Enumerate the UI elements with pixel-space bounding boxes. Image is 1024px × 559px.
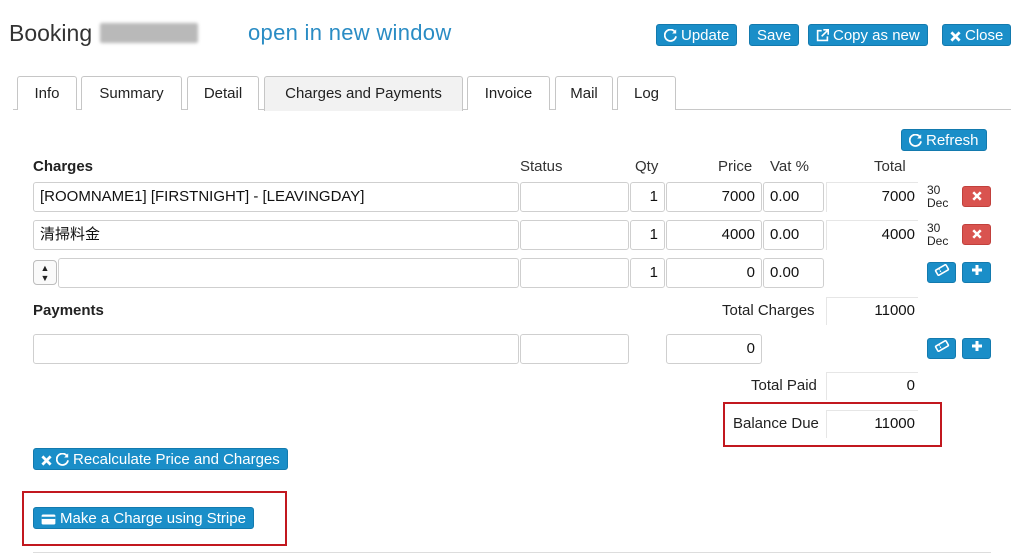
new-payment-amount-input[interactable]: 0 xyxy=(666,334,762,364)
tab-info[interactable]: Info xyxy=(17,76,77,110)
column-vat: Vat % xyxy=(770,158,809,175)
charge-qty-input[interactable]: 1 xyxy=(630,220,665,250)
tab-detail[interactable]: Detail xyxy=(187,76,259,110)
balance-due-highlight xyxy=(723,402,942,447)
refresh-icon xyxy=(55,452,69,466)
page-title: Booking xyxy=(9,20,199,47)
plus-icon xyxy=(971,341,982,351)
refresh-button[interactable]: Refresh xyxy=(901,129,987,151)
add-payment-button[interactable] xyxy=(962,338,991,359)
new-payment-status-input[interactable] xyxy=(520,334,629,364)
charge-total: 4000 xyxy=(881,226,915,243)
updown-arrows-icon: ▲ ▼ xyxy=(40,263,50,283)
save-button[interactable]: Save xyxy=(749,24,800,46)
copy-as-new-label: Copy as new xyxy=(833,27,920,44)
delete-charge-button[interactable] xyxy=(962,186,991,207)
plus-icon xyxy=(971,265,982,275)
new-charge-description-input[interactable] xyxy=(58,258,519,288)
new-charge-price-input[interactable]: 0 xyxy=(666,258,762,288)
refresh-button-label: Refresh xyxy=(926,132,979,149)
charge-price-input[interactable]: 7000 xyxy=(666,182,762,212)
update-button[interactable]: Update xyxy=(656,24,738,46)
tab-summary[interactable]: Summary xyxy=(81,76,182,110)
column-total: Total xyxy=(874,158,906,175)
tab-mail[interactable]: Mail xyxy=(555,76,613,110)
recalculate-button[interactable]: Recalculate Price and Charges xyxy=(33,448,288,470)
charge-type-select[interactable]: ▲ ▼ xyxy=(33,260,57,285)
total-paid-value: 0 xyxy=(906,377,915,394)
close-icon xyxy=(950,31,961,42)
close-icon xyxy=(41,455,52,466)
ticket-icon xyxy=(934,339,949,353)
refresh-icon xyxy=(663,28,677,42)
bottom-divider xyxy=(33,552,991,553)
charge-total: 7000 xyxy=(881,188,915,205)
total-paid-label: Total Paid xyxy=(751,377,817,394)
tab-invoice[interactable]: Invoice xyxy=(467,76,550,110)
column-status: Status xyxy=(520,158,563,175)
close-button-label: Close xyxy=(965,27,1004,44)
delete-charge-button[interactable] xyxy=(962,224,991,245)
column-price: Price xyxy=(718,158,753,175)
charge-date-month: Dec xyxy=(927,196,949,210)
tab-charges-and-payments[interactable]: Charges and Payments xyxy=(264,76,463,111)
charge-date-day: 30 xyxy=(927,183,941,197)
refresh-icon xyxy=(908,133,922,147)
recalculate-button-label: Recalculate Price and Charges xyxy=(73,451,280,468)
close-icon xyxy=(971,229,982,239)
save-button-label: Save xyxy=(757,27,792,44)
close-button[interactable]: Close xyxy=(942,24,1012,46)
new-charge-vat-input[interactable]: 0.00 xyxy=(763,258,824,288)
charge-status-input[interactable] xyxy=(520,182,629,212)
total-charges-value: 11000 xyxy=(874,302,915,319)
open-in-new-window-link[interactable]: open in new window xyxy=(248,20,452,46)
new-charge-status-input[interactable] xyxy=(520,258,629,288)
charge-qty-input[interactable]: 1 xyxy=(630,182,665,212)
charge-date-month: Dec xyxy=(927,234,949,248)
charge-date: 30 Dec xyxy=(927,184,948,210)
charge-date-day: 30 xyxy=(927,221,941,235)
charge-price-input[interactable]: 4000 xyxy=(666,220,762,250)
column-qty: Qty xyxy=(635,158,659,175)
charge-vat-input[interactable]: 0.00 xyxy=(763,220,824,250)
external-link-icon xyxy=(816,29,829,42)
ticket-icon xyxy=(934,263,949,277)
charge-status-input[interactable] xyxy=(520,220,629,250)
tab-log[interactable]: Log xyxy=(617,76,676,110)
charge-description-input[interactable]: [ROOMNAME1] [FIRSTNIGHT] - [LEAVINGDAY] xyxy=(33,182,519,212)
page-title-text: Booking xyxy=(9,20,93,46)
charge-description-input[interactable]: 清掃料金 xyxy=(33,220,519,250)
charge-vat-input[interactable]: 0.00 xyxy=(763,182,824,212)
copy-as-new-button[interactable]: Copy as new xyxy=(808,24,928,46)
new-payment-description-input[interactable] xyxy=(33,334,519,364)
new-charge-qty-input[interactable]: 1 xyxy=(630,258,665,288)
charge-date: 30 Dec xyxy=(927,222,948,248)
stripe-highlight xyxy=(22,491,287,546)
close-icon xyxy=(971,191,982,201)
payment-ticket-button[interactable] xyxy=(927,338,956,359)
total-charges-label: Total Charges xyxy=(722,302,815,319)
charge-ticket-button[interactable] xyxy=(927,262,956,283)
update-button-label: Update xyxy=(681,27,730,44)
payments-heading: Payments xyxy=(33,302,104,319)
charges-heading: Charges xyxy=(33,158,94,175)
add-charge-button[interactable] xyxy=(962,262,991,283)
redacted-booking-number xyxy=(100,23,199,43)
